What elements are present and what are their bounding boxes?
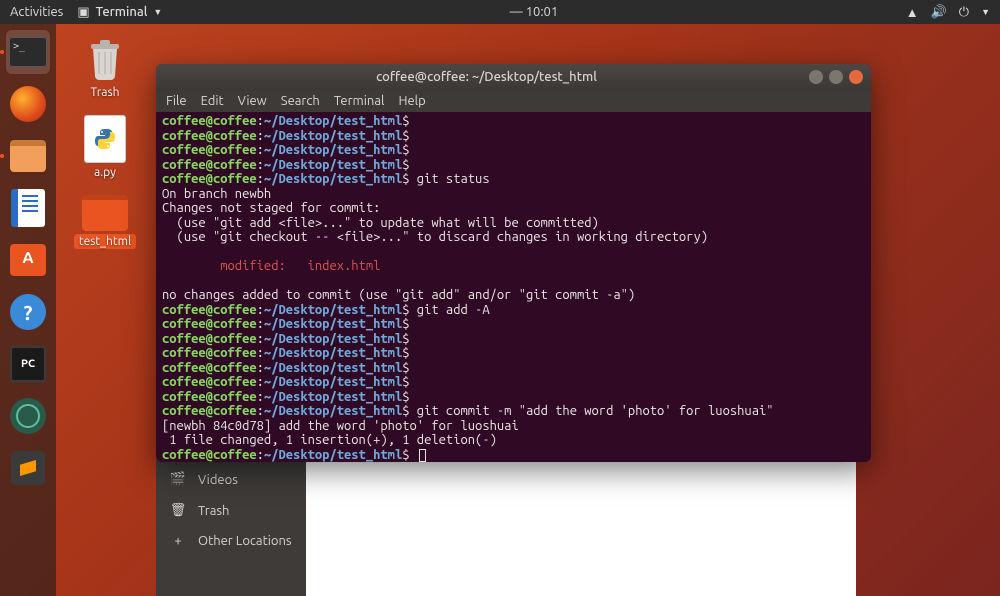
desktop-folder-label: test_html	[74, 234, 136, 249]
network-icon[interactable]: ▲	[906, 5, 919, 20]
window-title: coffee@coffee: ~/Desktop/test_html	[164, 70, 809, 84]
chevron-down-icon: ▼	[153, 7, 162, 17]
video-icon: 🎬	[170, 472, 186, 487]
dock-firefox[interactable]	[6, 82, 50, 126]
terminal-body[interactable]: coffee@coffee:~/Desktop/test_html$ coffe…	[156, 112, 871, 462]
dock-files[interactable]	[6, 134, 50, 178]
trash-icon	[87, 40, 123, 83]
chevron-down-icon: ▼	[981, 7, 990, 17]
sidebar-item-trash[interactable]: 🗑 Trash	[156, 495, 306, 526]
terminal-window: coffee@coffee: ~/Desktop/test_html File …	[156, 64, 871, 462]
minimize-button[interactable]	[809, 70, 823, 84]
dock-software[interactable]	[6, 238, 50, 282]
maximize-button[interactable]	[829, 70, 843, 84]
menu-view[interactable]: View	[238, 94, 267, 108]
top-panel: Activities ▣ Terminal ▼ — 10:01 ▲ 🔊 ⏻ ▼	[0, 0, 1000, 24]
terminal-menubar: File Edit View Search Terminal Help	[156, 90, 871, 112]
dock-atom[interactable]	[6, 394, 50, 438]
dock-help[interactable]: ?	[6, 290, 50, 334]
desktop-trash-label: Trash	[90, 86, 119, 99]
app-menu[interactable]: ▣ Terminal ▼	[77, 5, 162, 20]
trash-icon: 🗑	[170, 503, 186, 518]
close-button[interactable]	[849, 70, 863, 84]
sidebar-item-videos[interactable]: 🎬 Videos	[156, 464, 306, 495]
dock-sublime[interactable]	[6, 446, 50, 490]
menu-terminal[interactable]: Terminal	[334, 94, 385, 108]
folder-icon	[82, 195, 128, 231]
files-window[interactable]: 🎬 Videos 🗑 Trash + Other Locations	[156, 460, 856, 596]
terminal-titlebar[interactable]: coffee@coffee: ~/Desktop/test_html	[156, 64, 871, 90]
desktop-folder-testhtml[interactable]: test_html	[74, 195, 136, 249]
cursor	[419, 449, 426, 462]
python-file-icon	[84, 115, 126, 163]
clock[interactable]: — 10:01	[510, 5, 558, 19]
sidebar-item-other-locations[interactable]: + Other Locations	[156, 526, 306, 556]
dock: >_ ? PC	[0, 24, 56, 596]
files-sidebar: 🎬 Videos 🗑 Trash + Other Locations	[156, 460, 306, 596]
dock-pycharm[interactable]: PC	[6, 342, 50, 386]
plus-icon: +	[170, 534, 186, 548]
menu-file[interactable]: File	[166, 94, 187, 108]
activities-button[interactable]: Activities	[10, 5, 63, 19]
menu-help[interactable]: Help	[398, 94, 425, 108]
volume-icon[interactable]: 🔊	[931, 5, 947, 20]
desktop-file-apy[interactable]: a.py	[84, 115, 126, 179]
desktop-trash[interactable]: Trash	[87, 40, 123, 99]
app-menu-label: Terminal	[96, 5, 148, 19]
sidebar-item-label: Trash	[198, 504, 229, 518]
dock-terminal[interactable]: >_	[6, 30, 50, 74]
menu-edit[interactable]: Edit	[201, 94, 224, 108]
sidebar-item-label: Other Locations	[198, 534, 292, 548]
menu-search[interactable]: Search	[281, 94, 320, 108]
terminal-icon: ▣	[77, 5, 89, 20]
sidebar-item-label: Videos	[198, 473, 238, 487]
power-icon[interactable]: ⏻	[959, 5, 969, 20]
desktop-file-label: a.py	[94, 166, 116, 179]
desktop-icons: Trash a.py test_html	[72, 40, 138, 249]
dock-libreoffice-writer[interactable]	[6, 186, 50, 230]
files-content[interactable]	[306, 460, 856, 596]
